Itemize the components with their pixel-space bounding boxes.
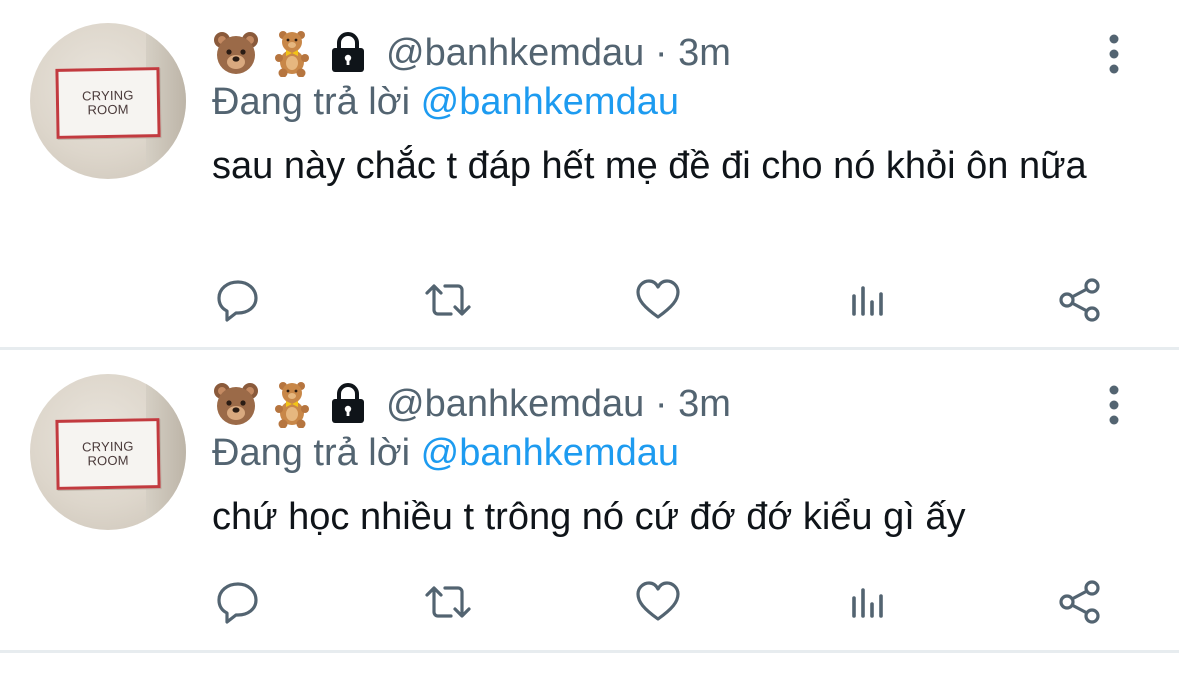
- lock-icon: [324, 29, 372, 77]
- lock-icon: [324, 380, 372, 428]
- teddy-bear-icon: [268, 380, 316, 429]
- reply-icon: [217, 280, 258, 322]
- views-icon: [852, 588, 883, 618]
- share-button[interactable]: [1052, 272, 1108, 328]
- views-button[interactable]: [840, 574, 896, 630]
- like-button[interactable]: [630, 272, 686, 328]
- tweet-text: chứ học nhiều t trông nó cứ đớ đớ kiểu g…: [212, 496, 966, 538]
- retweet-icon: [425, 284, 471, 316]
- reply-mention-link[interactable]: @banhkemdau: [421, 432, 679, 474]
- like-button[interactable]: [630, 574, 686, 630]
- reply-mention-link[interactable]: @banhkemdau: [421, 81, 679, 123]
- replying-to-label: Đang trả lời: [212, 432, 411, 474]
- avatar[interactable]: CRYING ROOM: [30, 23, 186, 179]
- bear-face-icon: [212, 29, 260, 77]
- more-options-icon[interactable]: [1099, 383, 1129, 427]
- tweet-actions: [212, 574, 1112, 630]
- retweet-button[interactable]: [420, 272, 476, 328]
- handle[interactable]: @banhkemdau: [386, 383, 644, 425]
- reply-button[interactable]: [210, 574, 266, 630]
- timestamp[interactable]: 3m: [678, 383, 731, 425]
- avatar[interactable]: CRYING ROOM: [30, 374, 186, 530]
- reply-icon: [217, 582, 258, 624]
- timestamp[interactable]: 3m: [678, 32, 731, 74]
- like-icon: [636, 279, 680, 319]
- divider: [0, 347, 1179, 350]
- retweet-button[interactable]: [420, 574, 476, 630]
- bear-face-icon: [212, 380, 260, 428]
- handle-and-time: @banhkemdau · 3m: [386, 32, 731, 75]
- retweet-icon: [425, 586, 471, 618]
- more-options-icon[interactable]: [1099, 32, 1129, 76]
- avatar-sign: CRYING ROOM: [55, 67, 161, 139]
- replying-to: Đang trả lời @banhkemdau: [212, 429, 679, 477]
- tweet[interactable]: CRYING ROOM @banhkemdau · 3m Đang trả lờ…: [0, 0, 1179, 348]
- share-button[interactable]: [1052, 574, 1108, 630]
- replying-to: Đang trả lời @banhkemdau: [212, 78, 679, 126]
- views-icon: [852, 286, 883, 316]
- replying-to-label: Đang trả lời: [212, 81, 411, 123]
- teddy-bear-icon: [268, 29, 316, 78]
- avatar-sign: CRYING ROOM: [55, 418, 161, 490]
- tweet-header: @banhkemdau · 3m: [212, 28, 731, 78]
- handle-and-time: @banhkemdau · 3m: [386, 383, 731, 426]
- handle[interactable]: @banhkemdau: [386, 32, 644, 74]
- reply-button[interactable]: [210, 272, 266, 328]
- avatar-sign-line: ROOM: [87, 101, 129, 118]
- tweet-actions: [212, 272, 1112, 328]
- separator: ·: [654, 382, 668, 425]
- separator: ·: [654, 31, 668, 74]
- views-button[interactable]: [840, 272, 896, 328]
- avatar-sign-line: ROOM: [87, 452, 129, 469]
- share-icon: [1059, 278, 1100, 322]
- tweet-text: sau này chắc t đáp hết mẹ đề đi cho nó k…: [212, 145, 1087, 187]
- like-icon: [636, 581, 680, 621]
- tweet-header: @banhkemdau · 3m: [212, 379, 731, 429]
- tweet[interactable]: CRYING ROOM @banhkemdau · 3m Đang trả lờ…: [0, 351, 1179, 699]
- share-icon: [1059, 580, 1100, 624]
